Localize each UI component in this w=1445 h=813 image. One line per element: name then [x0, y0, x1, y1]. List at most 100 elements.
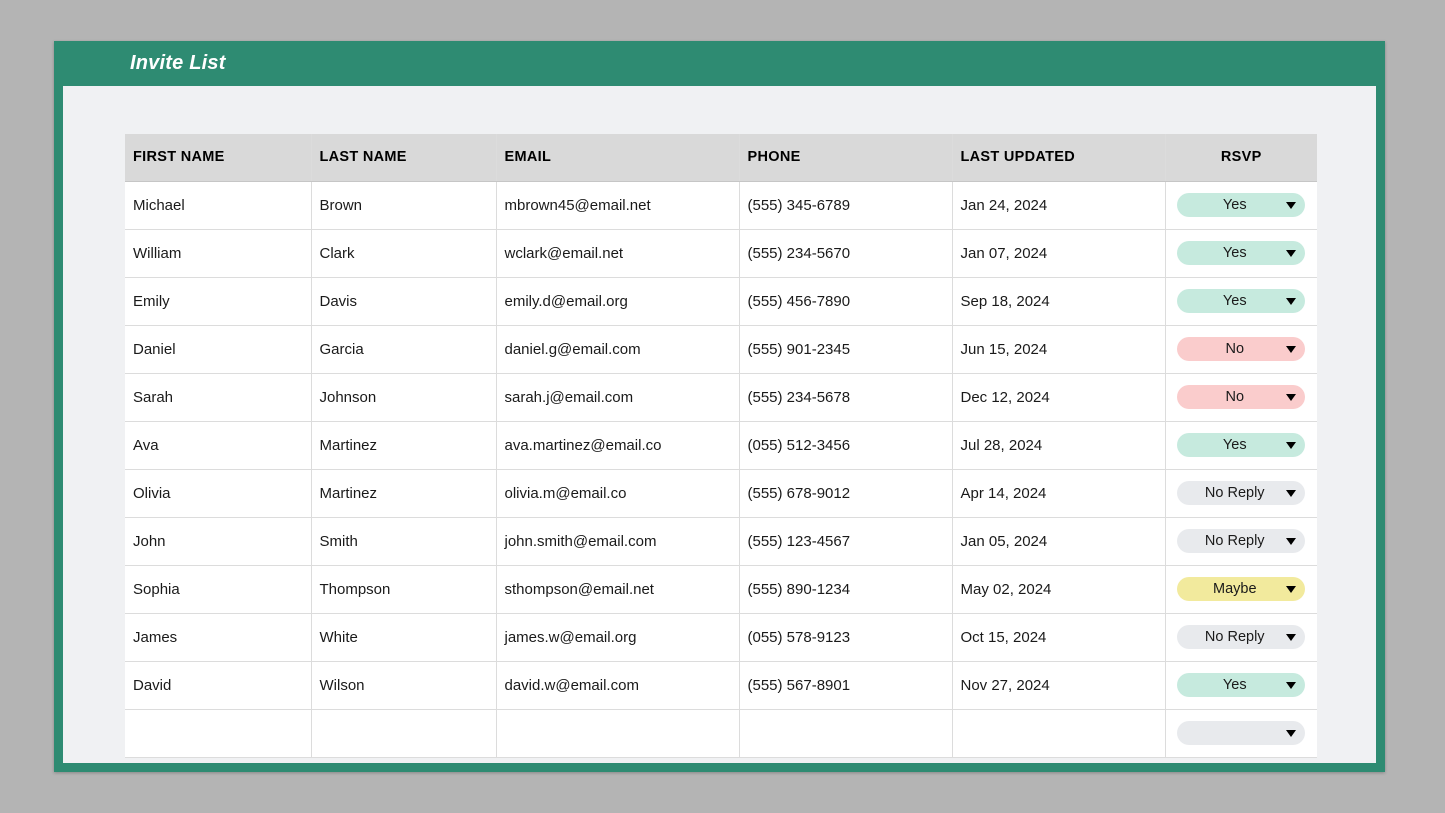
cell-first-name[interactable]: Sophia — [125, 565, 312, 614]
cell-email[interactable] — [496, 709, 740, 758]
cell-first-name[interactable]: John — [125, 517, 312, 566]
rsvp-dropdown[interactable]: Yes — [1177, 241, 1306, 265]
cell-email[interactable]: sthompson@email.net — [496, 565, 740, 614]
cell-last-updated[interactable]: Nov 27, 2024 — [952, 661, 1166, 710]
cell-first-name[interactable]: Daniel — [125, 325, 312, 374]
cell-phone[interactable]: (555) 234-5670 — [739, 229, 953, 278]
table-row: Sarah Johnson sarah.j@email.com (555) 234-5… — [125, 373, 1317, 422]
cell-last-name[interactable]: Martinez — [311, 469, 497, 518]
rsvp-dropdown[interactable]: No — [1177, 385, 1306, 409]
rsvp-cell-inner: No Reply — [1166, 518, 1318, 565]
cell-last-updated[interactable]: Jan 05, 2024 — [952, 517, 1166, 566]
chevron-down-icon[interactable] — [1286, 345, 1297, 353]
cell-last-updated[interactable]: Jan 24, 2024 — [952, 181, 1166, 230]
cell-phone[interactable]: (555) 234-5678 — [739, 373, 953, 422]
cell-last-name[interactable]: Garcia — [311, 325, 497, 374]
cell-last-updated[interactable]: Apr 14, 2024 — [952, 469, 1166, 518]
cell-first-name[interactable]: Michael — [125, 181, 312, 230]
cell-last-updated[interactable]: Jan 07, 2024 — [952, 229, 1166, 278]
cell-email[interactable]: james.w@email.org — [496, 613, 740, 662]
rsvp-dropdown[interactable]: No Reply — [1177, 529, 1306, 553]
cell-rsvp: Yes — [1165, 181, 1317, 230]
cell-phone[interactable]: (555) 678-9012 — [739, 469, 953, 518]
column-header-first-name[interactable]: FIRST NAME — [125, 134, 312, 182]
cell-rsvp: Yes — [1165, 661, 1317, 710]
cell-last-name[interactable]: Wilson — [311, 661, 497, 710]
column-header-phone[interactable]: PHONE — [739, 134, 953, 182]
chevron-down-icon[interactable] — [1286, 489, 1297, 497]
cell-last-updated[interactable]: Dec 12, 2024 — [952, 373, 1166, 422]
cell-last-updated[interactable]: Oct 15, 2024 — [952, 613, 1166, 662]
cell-phone[interactable]: (555) 345-6789 — [739, 181, 953, 230]
column-header-last-name[interactable]: LAST NAME — [311, 134, 497, 182]
chevron-down-icon[interactable] — [1286, 585, 1297, 593]
cell-last-updated[interactable] — [952, 709, 1166, 758]
rsvp-dropdown[interactable]: Yes — [1177, 673, 1306, 697]
cell-last-updated[interactable]: Jun 15, 2024 — [952, 325, 1166, 374]
rsvp-value-label: Yes — [1222, 196, 1247, 213]
cell-email[interactable]: ava.martinez@email.co — [496, 421, 740, 470]
chevron-down-icon[interactable] — [1286, 249, 1297, 257]
cell-email[interactable]: olivia.m@email.co — [496, 469, 740, 518]
rsvp-dropdown[interactable]: Maybe — [1177, 577, 1306, 601]
cell-last-name[interactable]: Davis — [311, 277, 497, 326]
cell-last-name[interactable]: Smith — [311, 517, 497, 566]
rsvp-dropdown[interactable]: No Reply — [1177, 481, 1306, 505]
rsvp-value-label: No — [1225, 388, 1245, 405]
cell-phone[interactable]: (055) 512-3456 — [739, 421, 953, 470]
rsvp-dropdown[interactable] — [1177, 721, 1306, 745]
cell-email[interactable]: emily.d@email.org — [496, 277, 740, 326]
cell-phone[interactable] — [739, 709, 953, 758]
cell-last-name[interactable]: White — [311, 613, 497, 662]
rsvp-dropdown[interactable]: No Reply — [1177, 625, 1306, 649]
chevron-down-icon[interactable] — [1286, 441, 1297, 449]
table-row — [125, 709, 1317, 758]
cell-last-updated[interactable]: Sep 18, 2024 — [952, 277, 1166, 326]
cell-phone[interactable]: (555) 123-4567 — [739, 517, 953, 566]
cell-first-name[interactable]: James — [125, 613, 312, 662]
cell-first-name[interactable]: William — [125, 229, 312, 278]
cell-first-name[interactable]: Ava — [125, 421, 312, 470]
cell-last-name[interactable]: Brown — [311, 181, 497, 230]
cell-phone[interactable]: (555) 567-8901 — [739, 661, 953, 710]
rsvp-dropdown[interactable]: No — [1177, 337, 1306, 361]
cell-first-name[interactable] — [125, 709, 312, 758]
cell-phone[interactable]: (055) 578-9123 — [739, 613, 953, 662]
chevron-down-icon[interactable] — [1286, 201, 1297, 209]
cell-last-name[interactable]: Thompson — [311, 565, 497, 614]
cell-first-name[interactable]: Olivia — [125, 469, 312, 518]
rsvp-value-label: No Reply — [1204, 484, 1265, 501]
cell-first-name[interactable]: Emily — [125, 277, 312, 326]
cell-phone[interactable]: (555) 456-7890 — [739, 277, 953, 326]
chevron-down-icon[interactable] — [1286, 537, 1297, 545]
cell-last-updated[interactable]: Jul 28, 2024 — [952, 421, 1166, 470]
cell-last-name[interactable] — [311, 709, 497, 758]
cell-email[interactable]: john.smith@email.com — [496, 517, 740, 566]
cell-first-name[interactable]: Sarah — [125, 373, 312, 422]
column-header-last-updated[interactable]: LAST UPDATED — [952, 134, 1166, 182]
cell-email[interactable]: david.w@email.com — [496, 661, 740, 710]
chevron-down-icon[interactable] — [1286, 297, 1297, 305]
rsvp-dropdown[interactable]: Yes — [1177, 289, 1306, 313]
cell-email[interactable]: mbrown45@email.net — [496, 181, 740, 230]
rsvp-value-label: No Reply — [1204, 628, 1265, 645]
chevron-down-icon[interactable] — [1286, 681, 1297, 689]
cell-phone[interactable]: (555) 890-1234 — [739, 565, 953, 614]
cell-email[interactable]: wclark@email.net — [496, 229, 740, 278]
cell-phone[interactable]: (555) 901-2345 — [739, 325, 953, 374]
rsvp-value-label: No — [1225, 340, 1245, 357]
rsvp-dropdown[interactable]: Yes — [1177, 433, 1306, 457]
rsvp-dropdown[interactable]: Yes — [1177, 193, 1306, 217]
cell-email[interactable]: sarah.j@email.com — [496, 373, 740, 422]
chevron-down-icon[interactable] — [1286, 729, 1297, 737]
cell-last-name[interactable]: Martinez — [311, 421, 497, 470]
cell-last-name[interactable]: Clark — [311, 229, 497, 278]
cell-last-name[interactable]: Johnson — [311, 373, 497, 422]
column-header-rsvp[interactable]: RSVP — [1165, 134, 1317, 182]
column-header-email[interactable]: EMAIL — [496, 134, 740, 182]
cell-first-name[interactable]: David — [125, 661, 312, 710]
chevron-down-icon[interactable] — [1286, 633, 1297, 641]
cell-last-updated[interactable]: May 02, 2024 — [952, 565, 1166, 614]
cell-email[interactable]: daniel.g@email.com — [496, 325, 740, 374]
chevron-down-icon[interactable] — [1286, 393, 1297, 401]
